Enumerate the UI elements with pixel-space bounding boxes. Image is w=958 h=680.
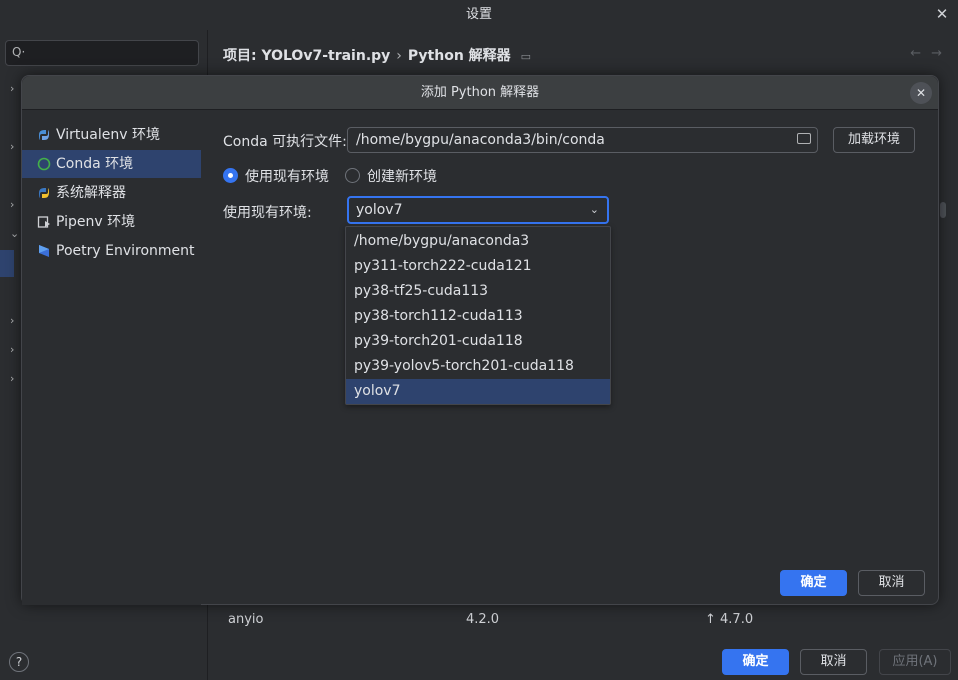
tree-expand-chevron-icon[interactable]: ›	[10, 140, 14, 153]
create-new-env-label[interactable]: 创建新环境	[367, 166, 437, 186]
navigation-arrows[interactable]: ←→	[910, 46, 952, 61]
settings-title-bar: 设置	[0, 0, 958, 30]
breadcrumb-page: Python 解释器	[407, 48, 511, 64]
env-option[interactable]: py38-tf25-cuda113	[346, 279, 610, 304]
dialog-close-button[interactable]: ✕	[910, 82, 932, 104]
package-latest-version: ↑ 4.7.0	[705, 612, 754, 627]
dialog-title-bar: 添加 Python 解释器	[22, 76, 938, 110]
tree-expand-chevron-icon[interactable]: ›	[10, 314, 14, 327]
tree-expand-chevron-icon[interactable]: ›	[10, 82, 14, 95]
env-option[interactable]: py311-torch222-cuda121	[346, 254, 610, 279]
dialog-title: 添加 Python 解释器	[420, 85, 540, 100]
settings-apply-button[interactable]: 应用(A)	[879, 649, 951, 675]
sidebar-item-poetry[interactable]: Poetry Environment	[22, 237, 201, 265]
folder-icon[interactable]	[797, 133, 811, 144]
dialog-cancel-button[interactable]: 取消	[858, 570, 925, 596]
tree-collapse-chevron-icon[interactable]: ⌄	[10, 227, 19, 240]
window-close-button[interactable]: ✕	[932, 4, 952, 24]
tree-expand-chevron-icon[interactable]: ›	[10, 343, 14, 356]
conda-path-input[interactable]: /home/bygpu/anaconda3/bin/conda	[347, 127, 818, 153]
help-icon: ?	[15, 655, 23, 669]
interpreter-type-list: Virtualenv 环境 Conda 环境 系统解释器 Pipenv 环境 P…	[22, 111, 201, 605]
tree-selected-row[interactable]	[0, 250, 14, 277]
env-option-selected[interactable]: yolov7	[346, 379, 610, 404]
breadcrumb-project[interactable]: 项目: YOLOv7-train.py	[223, 48, 390, 64]
help-button[interactable]: ?	[9, 652, 29, 672]
sidebar-item-conda[interactable]: Conda 环境	[22, 150, 201, 178]
conda-icon	[37, 157, 51, 171]
sidebar-item-system[interactable]: 系统解释器	[22, 179, 201, 207]
tree-expand-chevron-icon[interactable]: ›	[10, 198, 14, 211]
add-interpreter-dialog: 添加 Python 解释器 ✕ Virtualenv 环境 Conda 环境 系…	[21, 75, 939, 605]
sidebar-item-pipenv[interactable]: Pipenv 环境	[22, 208, 201, 236]
env-dropdown-list: /home/bygpu/anaconda3 py311-torch222-cud…	[345, 226, 611, 405]
breadcrumb-separator: ›	[396, 48, 402, 64]
package-name: anyio	[228, 612, 264, 627]
tree-expand-chevron-icon[interactable]: ›	[10, 372, 14, 385]
sidebar-item-virtualenv[interactable]: Virtualenv 环境	[22, 121, 201, 149]
settings-cancel-button[interactable]: 取消	[800, 649, 867, 675]
conda-settings-panel: Conda 可执行文件: /home/bygpu/anaconda3/bin/c…	[202, 111, 939, 605]
window-title: 设置	[465, 7, 492, 22]
package-table-row[interactable]: anyio 4.2.0 ↑ 4.7.0	[209, 612, 958, 628]
python-icon	[39, 188, 49, 198]
close-icon: ✕	[935, 5, 949, 23]
poetry-icon	[39, 245, 49, 257]
settings-ok-button[interactable]: 确定	[722, 649, 789, 675]
existing-env-label: 使用现有环境:	[223, 205, 312, 221]
conda-path-value: /home/bygpu/anaconda3/bin/conda	[356, 132, 605, 148]
selected-env-value: yolov7	[356, 202, 403, 218]
sidebar-item-label: Poetry Environment	[56, 243, 195, 259]
use-existing-env-radio[interactable]	[223, 168, 238, 183]
env-option[interactable]: py38-torch112-cuda113	[346, 304, 610, 329]
use-existing-env-label[interactable]: 使用现有环境	[245, 166, 329, 186]
load-environments-button[interactable]: 加载环境	[833, 127, 915, 153]
package-version: 4.2.0	[466, 612, 500, 627]
existing-env-select[interactable]: yolov7 ⌄	[347, 196, 609, 224]
env-option[interactable]: py39-yolov5-torch201-cuda118	[346, 354, 610, 379]
breadcrumb: 项目: YOLOv7-train.py › Python 解释器 ▭	[223, 45, 531, 65]
scrollbar-thumb[interactable]	[940, 202, 946, 218]
virtualenv-icon	[39, 130, 49, 140]
search-icon: Q·	[12, 45, 26, 59]
close-icon: ✕	[915, 86, 927, 100]
create-new-env-radio[interactable]	[345, 168, 360, 183]
env-option[interactable]: py39-torch201-cuda118	[346, 329, 610, 354]
dialog-ok-button[interactable]: 确定	[780, 570, 847, 596]
sidebar-item-label: Virtualenv 环境	[56, 127, 160, 143]
env-option[interactable]: /home/bygpu/anaconda3	[346, 229, 610, 254]
sidebar-item-label: Conda 环境	[56, 156, 134, 172]
settings-search-input[interactable]: Q·	[5, 40, 199, 66]
sidebar-item-label: Pipenv 环境	[56, 214, 136, 230]
pin-icon[interactable]: ▭	[521, 50, 531, 63]
conda-executable-label: Conda 可执行文件:	[223, 134, 347, 150]
chevron-down-icon: ⌄	[589, 203, 599, 216]
pipenv-icon	[37, 216, 50, 228]
sidebar-item-label: 系统解释器	[56, 185, 126, 201]
